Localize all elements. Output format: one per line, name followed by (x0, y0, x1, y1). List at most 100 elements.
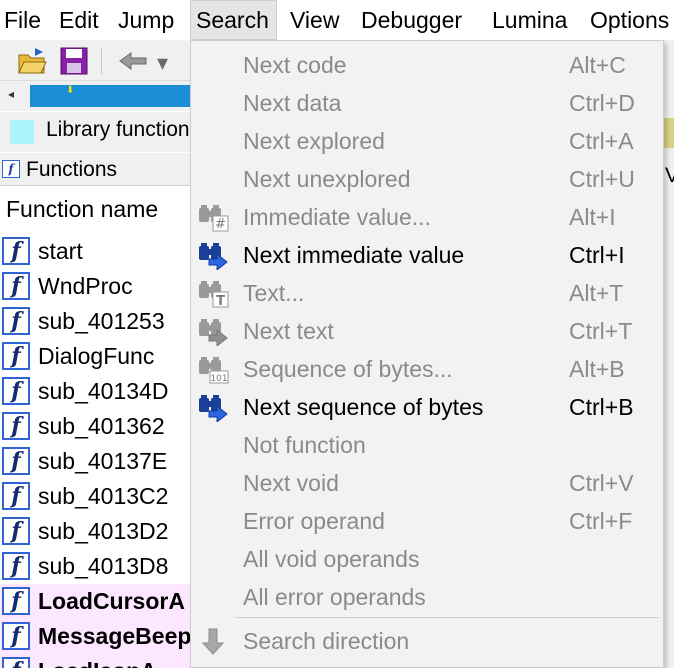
menu-item-shortcut: Alt+C (569, 52, 626, 78)
back-dropdown-icon[interactable]: ▾ (157, 50, 168, 76)
function-row[interactable]: f sub_401362 (0, 409, 192, 444)
menu-item-next-text[interactable]: Next text Ctrl+T (191, 312, 663, 350)
menu-item-search-direction[interactable]: Search direction (191, 622, 663, 660)
function-icon: f (2, 447, 30, 475)
menu-item-label: Not function (243, 432, 366, 458)
menu-item-all-void-operands[interactable]: All void operands (191, 540, 663, 578)
function-row[interactable]: f LoadCursorA (0, 584, 192, 619)
menu-search[interactable]: Search (190, 0, 277, 40)
svg-text:101: 101 (210, 374, 227, 384)
function-row[interactable]: f start (0, 234, 192, 269)
back-arrow-icon[interactable] (116, 46, 150, 76)
menu-item-text[interactable]: T Text... Alt+T (191, 274, 663, 312)
menu-item-sequence-of-bytes[interactable]: 101 Sequence of bytes... Alt+B (191, 350, 663, 388)
menu-item-label: Immediate value... (243, 204, 431, 230)
menu-item-label: Next explored (243, 128, 385, 154)
right-panel-band (664, 118, 674, 148)
binoculars-next-icon (197, 240, 229, 272)
menu-item-all-error-operands[interactable]: All error operands (191, 578, 663, 616)
search-menu-dropdown: Next code Alt+C Next data Ctrl+D Next explor… (190, 40, 664, 668)
menu-item-next-code[interactable]: Next code Alt+C (191, 46, 663, 84)
function-icon: f (2, 342, 30, 370)
function-name-column-header[interactable]: Function name (6, 196, 158, 223)
function-row[interactable]: f LoadIconA (0, 654, 192, 668)
menu-separator (235, 617, 659, 618)
menu-item-next-data[interactable]: Next data Ctrl+D (191, 84, 663, 122)
svg-text:#: # (215, 217, 226, 232)
function-name: sub_4013D2 (38, 518, 169, 544)
menu-view[interactable]: View (290, 0, 339, 40)
function-icon: f (2, 587, 30, 615)
menu-item-label: Error operand (243, 508, 385, 534)
function-name: sub_4013C2 (38, 483, 169, 509)
function-name: sub_401253 (38, 308, 165, 334)
function-icon: f (2, 272, 30, 300)
menu-item-shortcut: Ctrl+V (569, 470, 634, 496)
menu-file[interactable]: File (4, 0, 41, 40)
navigation-bar[interactable] (30, 85, 192, 107)
function-row[interactable]: f DialogFunc (0, 339, 192, 374)
menu-item-shortcut: Alt+I (569, 204, 616, 230)
menu-item-label: Next text (243, 318, 334, 344)
open-folder-icon[interactable] (17, 46, 47, 76)
function-row[interactable]: f sub_4013D2 (0, 514, 192, 549)
menu-item-not-function[interactable]: Not function (191, 426, 663, 464)
menu-item-shortcut: Ctrl+T (569, 318, 633, 344)
function-list: Function name f start f WndProc f sub_401253 f… (0, 186, 192, 668)
navigation-band: ◂ ⬇ (0, 81, 192, 111)
function-name: WndProc (38, 273, 133, 299)
function-icon: f (2, 412, 30, 440)
function-row[interactable]: f sub_4013C2 (0, 479, 192, 514)
function-name: sub_4013D8 (38, 553, 169, 579)
binoculars-next-icon (197, 316, 229, 348)
menu-item-shortcut: Ctrl+D (569, 90, 635, 116)
menu-edit[interactable]: Edit (59, 0, 99, 40)
nav-left-icon[interactable]: ◂ (8, 87, 14, 101)
menu-item-immediate-value[interactable]: # Immediate value... Alt+I (191, 198, 663, 236)
menu-item-label: Sequence of bytes... (243, 356, 453, 382)
menu-item-label: Next code (243, 52, 347, 78)
menu-item-label: Next sequence of bytes (243, 394, 484, 420)
function-icon: f (2, 237, 30, 265)
menu-item-shortcut: Ctrl+U (569, 166, 635, 192)
menu-item-label: Next void (243, 470, 339, 496)
save-icon[interactable] (59, 46, 89, 76)
down-arrow-icon (197, 626, 229, 656)
function-name: sub_40137E (38, 448, 168, 474)
menu-item-next-sequence-of-bytes[interactable]: Next sequence of bytes Ctrl+B (191, 388, 663, 426)
function-row[interactable]: f sub_4013D8 (0, 549, 192, 584)
functions-tab[interactable]: f Functions (0, 153, 192, 186)
binoculars-bytes-icon: 101 (197, 354, 229, 384)
menu-item-shortcut: Ctrl+I (569, 242, 625, 268)
menu-item-label: Text... (243, 280, 305, 306)
function-icon: f (2, 482, 30, 510)
nav-position-marker-icon: ⬇ (66, 85, 75, 96)
menu-bar: File Edit Jump Search View Debugger Lumi… (0, 0, 674, 40)
menu-item-next-immediate-value[interactable]: Next immediate value Ctrl+I (191, 236, 663, 274)
function-row[interactable]: f sub_401253 (0, 304, 192, 339)
function-icon: f (2, 657, 30, 668)
function-row[interactable]: f MessageBeep (0, 619, 192, 654)
function-name: DialogFunc (38, 343, 155, 369)
menu-lumina[interactable]: Lumina (492, 0, 567, 40)
menu-item-label: All error operands (243, 584, 426, 610)
function-row[interactable]: f WndProc (0, 269, 192, 304)
menu-item-error-operand[interactable]: Error operand Ctrl+F (191, 502, 663, 540)
function-row[interactable]: f sub_40134D (0, 374, 192, 409)
menu-jump[interactable]: Jump (118, 0, 174, 40)
menu-item-next-explored[interactable]: Next explored Ctrl+A (191, 122, 663, 160)
menu-item-label: Next data (243, 90, 342, 116)
function-row[interactable]: f sub_40137E (0, 444, 192, 479)
menu-options[interactable]: Options (590, 0, 669, 40)
menu-item-next-void[interactable]: Next void Ctrl+V (191, 464, 663, 502)
right-panel-strip: V (664, 40, 674, 668)
binoculars-next-icon (197, 392, 229, 424)
menu-debugger[interactable]: Debugger (361, 0, 462, 40)
function-name: sub_401362 (38, 413, 165, 439)
function-name: sub_40134D (38, 378, 169, 404)
legend-label: Library function (46, 118, 190, 141)
menu-item-shortcut: Alt+B (569, 356, 625, 382)
right-panel-letter: V (665, 164, 674, 187)
function-name: LoadCursorA (38, 588, 185, 614)
menu-item-next-unexplored[interactable]: Next unexplored Ctrl+U (191, 160, 663, 198)
